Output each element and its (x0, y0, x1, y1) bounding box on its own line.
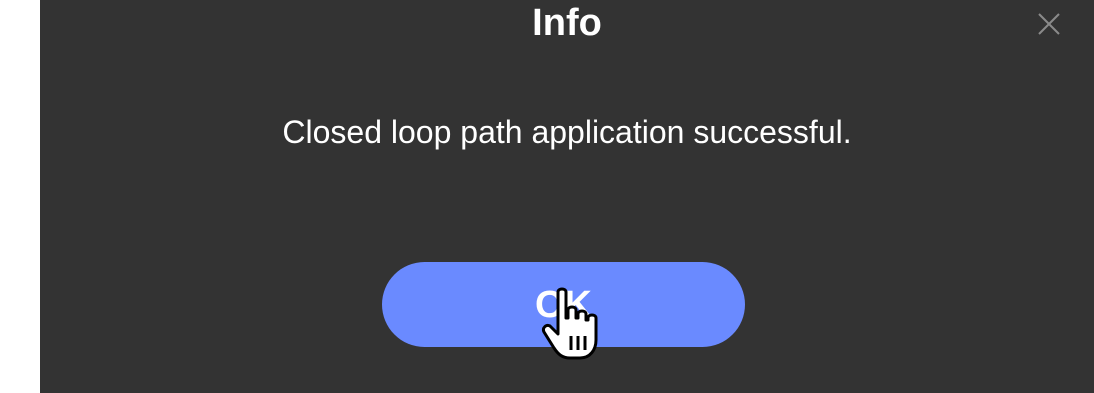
ok-button[interactable]: OK (382, 262, 745, 347)
info-dialog: Info Closed loop path application succes… (40, 0, 1094, 393)
dialog-message: Closed loop path application successful. (282, 114, 852, 150)
close-icon (1038, 13, 1060, 35)
dialog-title: Info (532, 2, 602, 44)
close-button[interactable] (1032, 4, 1066, 42)
